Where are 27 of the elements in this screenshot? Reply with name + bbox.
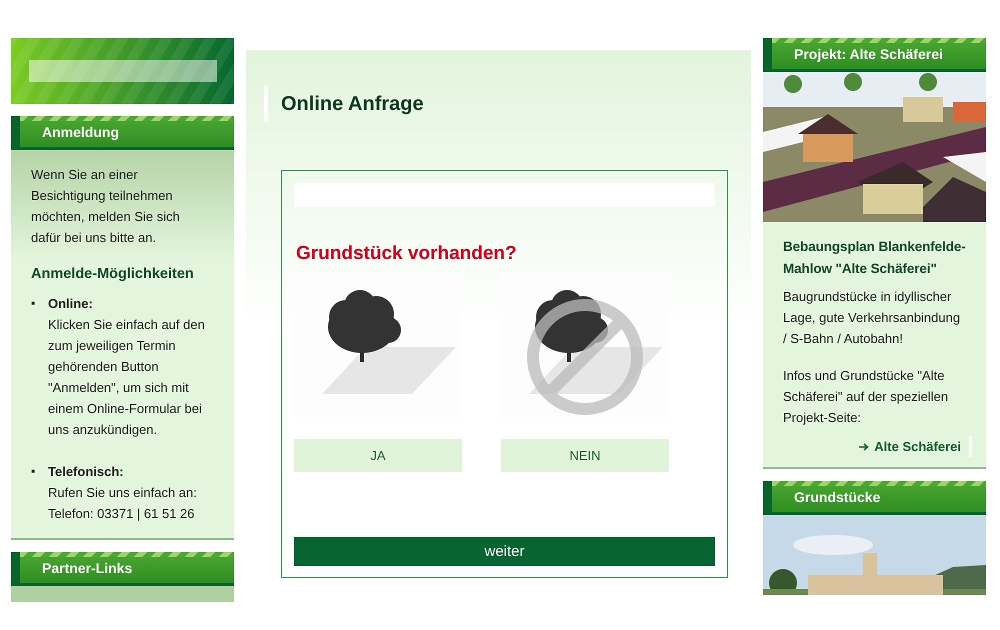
continue-button[interactable]: weiter [294, 537, 715, 566]
option-text: Klicken Sie einfach auf den zum jeweiligen Termin gehörenden Button "Anmelden", um sich mit einem Online-Formular bei uns anzukündigen. [48, 316, 206, 439]
choice-button[interactable]: JA [294, 439, 462, 472]
bullet-icon: ▪ [31, 461, 38, 524]
panel-header: Grundstücke [763, 481, 986, 515]
bullet-icon: ▪ [31, 293, 38, 440]
subheading: Anmelde-Möglichkeiten [31, 265, 195, 284]
project-heading: Bebaungsplan Blankenfelde-Mahlow "Alte Schäferei" [783, 238, 967, 278]
question-text: Grundstück vorhanden? [296, 243, 518, 264]
panel-header: Projekt: Alte Schäferei [763, 38, 986, 72]
arrow-icon [859, 442, 870, 450]
option-label: Telefonisch: [48, 463, 125, 481]
page-title: Online Anfrage [264, 86, 424, 122]
panel-header: Anmeldung [11, 116, 234, 150]
plot-icon [322, 347, 456, 394]
choice-button[interactable]: NEIN [501, 439, 669, 472]
project-link[interactable]: Alte Schäferei [859, 436, 972, 457]
option-label: Online: [48, 295, 94, 313]
prohibition-icon [527, 299, 643, 415]
plot-icon [529, 347, 663, 394]
tree-icon [328, 290, 401, 362]
description-text: Infos und Grundstücke "Alte Schäferei" auf der speziellen Projekt-Seite: [783, 367, 950, 427]
option-text: Rufen Sie uns einfach an: Telefon: 03371 | 61 51 26 [48, 484, 198, 523]
panel-header: Partner-Links [11, 552, 234, 586]
intro-text: Wenn Sie an einer Besichtigung teilnehmen möchten, melden Sie sich dafür bei uns bitte an. [31, 166, 181, 247]
description-text: Baugrundstücke in idyllischer Lage, gute Verkehrsanbindung / S-Bahn / Autobahn! [783, 288, 961, 348]
tree-icon [535, 290, 608, 362]
